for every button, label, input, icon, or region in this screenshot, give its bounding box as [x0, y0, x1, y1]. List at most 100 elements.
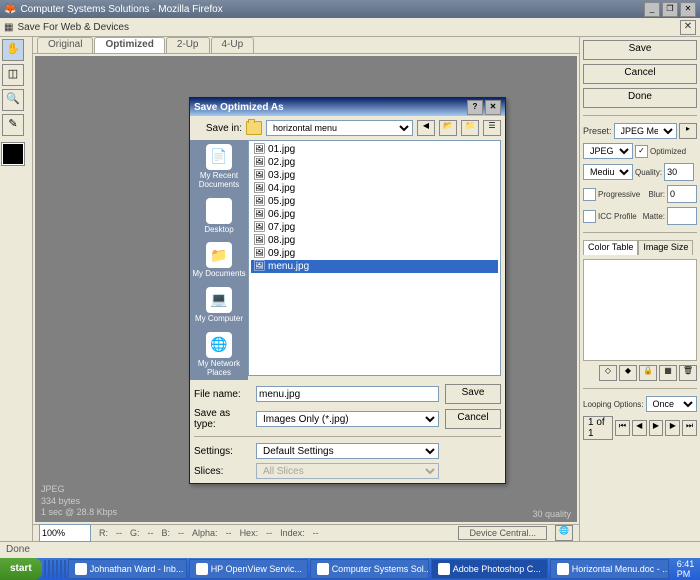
quicklaunch-4[interactable] — [56, 560, 58, 578]
image-file-icon: 🖼 — [253, 196, 265, 208]
file-item[interactable]: 🖼08.jpg — [251, 234, 498, 247]
file-item[interactable]: 🖼07.jpg — [251, 221, 498, 234]
slice-tool[interactable]: ◫ — [2, 64, 24, 86]
file-item[interactable]: 🖼02.jpg — [251, 156, 498, 169]
quicklaunch-5[interactable] — [60, 560, 62, 578]
looping-select[interactable]: Once — [646, 396, 698, 412]
new-folder-icon[interactable]: 📁 — [461, 120, 479, 136]
ct-lock-icon[interactable]: 🔒 — [639, 365, 657, 381]
progressive-checkbox[interactable] — [583, 188, 596, 201]
compression-select[interactable]: Medium — [583, 164, 633, 180]
taskbar-button[interactable]: Computer Systems Sol... — [310, 559, 429, 579]
frame-next-icon[interactable]: ▶ — [665, 420, 680, 436]
quicklaunch-2[interactable] — [48, 560, 50, 578]
close-button[interactable]: ✕ — [680, 2, 696, 17]
place-network[interactable]: 🌐My Network Places — [190, 332, 248, 378]
taskbar-button[interactable]: Johnathan Ward - Inb... — [68, 559, 187, 579]
clock: 6:41 PM — [671, 559, 700, 579]
image-file-icon: 🖼 — [253, 157, 265, 169]
back-icon[interactable]: ◀ — [417, 120, 435, 136]
place-desktop[interactable]: 🖥Desktop — [204, 198, 233, 235]
quicklaunch-6[interactable] — [64, 560, 66, 578]
tab-image-size[interactable]: Image Size — [638, 240, 693, 255]
mydocs-icon: 📁 — [206, 242, 232, 268]
frame-prev-icon[interactable]: ◀ — [632, 420, 647, 436]
taskbar-button[interactable]: Horizontal Menu.doc - ... — [550, 559, 669, 579]
tab-optimized[interactable]: Optimized — [94, 37, 164, 53]
start-button[interactable]: start — [0, 558, 42, 580]
done-button[interactable]: Done — [583, 88, 697, 108]
savein-label: Save in: — [194, 123, 242, 134]
file-list[interactable]: 🖼01.jpg🖼02.jpg🖼03.jpg🖼04.jpg🖼05.jpg🖼06.j… — [248, 140, 501, 376]
settings-label: Settings: — [194, 446, 250, 457]
ct-trash-icon[interactable]: 🗑 — [679, 365, 697, 381]
eyedropper-tool[interactable]: ✎ — [2, 114, 24, 136]
taskbar-button[interactable]: HP OpenView Servic... — [189, 559, 308, 579]
zoom-select[interactable] — [39, 524, 91, 542]
preset-menu-button[interactable]: ▸ — [679, 123, 697, 139]
tab-4up[interactable]: 4-Up — [211, 37, 255, 53]
tab-original[interactable]: Original — [37, 37, 93, 53]
firefox-titlebar: 🦊 Computer Systems Solutions - Mozilla F… — [0, 0, 700, 18]
dialog-cancel-button[interactable]: Cancel — [445, 409, 501, 429]
dialog-close-button[interactable]: ✕ — [485, 100, 501, 115]
filename-input[interactable] — [256, 386, 439, 402]
image-file-icon: 🖼 — [253, 222, 265, 234]
optimized-checkbox[interactable]: ✓ — [635, 145, 648, 158]
frame-play-icon[interactable]: ▶ — [649, 420, 664, 436]
minimize-button[interactable]: _ — [644, 2, 660, 17]
icc-label: ICC Profile — [598, 212, 637, 221]
quality-input[interactable] — [664, 163, 694, 181]
place-mycomputer[interactable]: 💻My Computer — [195, 287, 243, 324]
frame-last-icon[interactable]: ⏭ — [682, 420, 697, 436]
quicklaunch-3[interactable] — [52, 560, 54, 578]
dialog-help-button[interactable]: ? — [467, 100, 483, 115]
preview-tabs: Original Optimized 2-Up 4-Up — [33, 37, 579, 54]
preset-select[interactable]: JPEG Medium — [614, 123, 677, 139]
file-item[interactable]: 🖼04.jpg — [251, 182, 498, 195]
place-recent[interactable]: 📄My Recent Documents — [190, 144, 248, 190]
file-item[interactable]: 🖼01.jpg — [251, 143, 498, 156]
blur-input[interactable] — [667, 185, 697, 203]
hand-tool[interactable]: ✋ — [2, 39, 24, 61]
tab-color-table[interactable]: Color Table — [583, 240, 638, 255]
maximize-button[interactable]: ❐ — [662, 2, 678, 17]
file-item[interactable]: 🖼06.jpg — [251, 208, 498, 221]
saveas-select[interactable]: Images Only (*.jpg) — [256, 411, 439, 427]
zoom-tool[interactable]: 🔍 — [2, 89, 24, 111]
up-icon[interactable]: 📂 — [439, 120, 457, 136]
icc-checkbox[interactable] — [583, 210, 596, 223]
subwindow-close-button[interactable]: ✕ — [680, 20, 696, 35]
cancel-button[interactable]: Cancel — [583, 64, 697, 84]
device-central-button[interactable]: Device Central... — [458, 526, 547, 540]
file-item[interactable]: 🖼menu.jpg — [251, 260, 498, 273]
preset-label: Preset: — [583, 126, 612, 136]
image-file-icon: 🖼 — [253, 261, 265, 273]
view-menu-icon[interactable]: ☰ — [483, 120, 501, 136]
tab-2up[interactable]: 2-Up — [166, 37, 210, 53]
place-mydocs[interactable]: 📁My Documents — [192, 242, 245, 279]
settings-select[interactable]: Default Settings — [256, 443, 439, 459]
subwindow-titlebar: ▦ Save For Web & Devices ✕ — [0, 18, 700, 37]
subwindow-title: Save For Web & Devices — [17, 22, 129, 33]
ct-btn-1[interactable]: ◇ — [599, 365, 617, 381]
file-item[interactable]: 🖼03.jpg — [251, 169, 498, 182]
taskbar-button[interactable]: Adobe Photoshop C... — [431, 559, 548, 579]
save-button[interactable]: Save — [583, 40, 697, 60]
file-item[interactable]: 🖼09.jpg — [251, 247, 498, 260]
foreground-swatch[interactable] — [2, 143, 24, 165]
quicklaunch-1[interactable] — [44, 560, 46, 578]
file-item[interactable]: 🖼05.jpg — [251, 195, 498, 208]
format-select[interactable]: JPEG — [583, 143, 633, 159]
ct-btn-2[interactable]: ◆ — [619, 365, 637, 381]
left-toolbar: ✋ ◫ 🔍 ✎ — [0, 37, 33, 541]
frame-first-icon[interactable]: ⏮ — [615, 420, 630, 436]
dialog-save-button[interactable]: Save — [445, 384, 501, 404]
app-icon — [557, 563, 569, 575]
preview-browser-button[interactable]: 🌐 — [555, 525, 573, 541]
desktop-icon: 🖥 — [206, 198, 232, 224]
savein-select[interactable]: horizontal menu — [266, 120, 413, 136]
matte-select[interactable] — [667, 207, 697, 225]
optimized-label: Optimized — [650, 147, 686, 156]
ct-new-icon[interactable]: ▦ — [659, 365, 677, 381]
